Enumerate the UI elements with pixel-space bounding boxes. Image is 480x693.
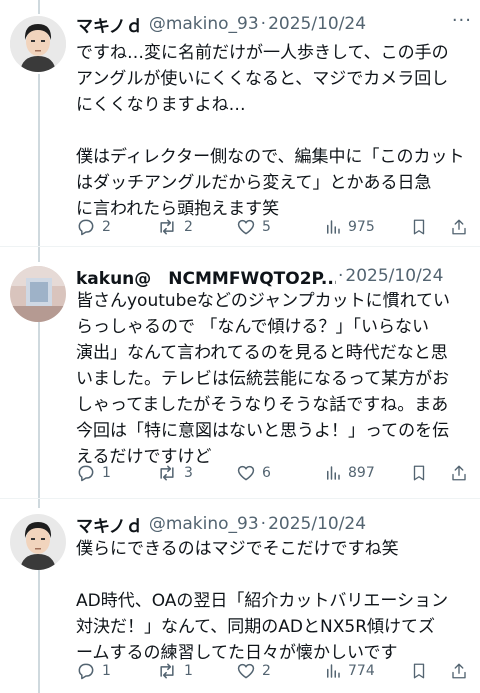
more-options-icon[interactable]: ··· (452, 10, 472, 31)
share-button[interactable] (450, 463, 468, 483)
views-icon (327, 220, 340, 234)
action-bar: 1 1 2 774 (76, 658, 470, 684)
like-button[interactable]: 2 (236, 661, 271, 681)
avatar[interactable] (10, 266, 66, 322)
separator: · (260, 14, 267, 34)
post-date[interactable]: 2025/10/24 (345, 266, 443, 286)
share-icon (452, 219, 466, 235)
avatar[interactable] (10, 16, 66, 72)
repost-button[interactable]: 3 (156, 463, 193, 483)
text-line: ですね…変に名前だけが一人歩きして、この手の (76, 43, 449, 63)
text-line: アングルが使いにくくなると、マジでカメラ回し (76, 69, 449, 89)
text-line (76, 562, 470, 588)
text-line: らっしゃるので 「なんで傾ける？」「いらない (76, 317, 430, 337)
author-name[interactable]: マキノｄ (76, 12, 143, 37)
post-text: ですね…変に名前だけが一人歩きして、この手の アングルが使いにくくなると、マジで… (76, 40, 470, 222)
share-icon (452, 663, 466, 679)
post-text: 僕らにできるのはマジでそこだけですね笑 AD時代、OAの翌日「紹介カットバリエー… (76, 536, 470, 666)
share-button[interactable] (450, 217, 468, 237)
author-name[interactable]: kakun@ NCMMFWQTO2P... (76, 264, 336, 289)
text-line: にくくなりますよね… (76, 95, 246, 115)
author-handle[interactable]: @makino_93 (149, 14, 259, 34)
bookmark-icon (413, 465, 425, 481)
like-icon (237, 465, 255, 481)
post-text: 皆さんyoutubeなどのジャンプカットに慣れてい らっしゃるので 「なんで傾け… (76, 288, 470, 470)
like-button[interactable]: 6 (236, 463, 271, 483)
man-avatar-image (10, 16, 66, 72)
repost-count: 2 (184, 219, 193, 235)
post[interactable]: kakun@ NCMMFWQTO2P... · 2025/10/24 皆さんyo… (0, 262, 480, 502)
repost-button[interactable]: 2 (156, 217, 193, 237)
reply-count: 1 (102, 465, 111, 481)
divider (0, 498, 480, 499)
repost-icon (160, 663, 174, 679)
action-bar: 2 2 5 975 (76, 214, 470, 240)
reply-icon (78, 219, 94, 236)
views-count: 975 (348, 219, 375, 235)
views-button[interactable]: 897 (324, 463, 375, 483)
like-button[interactable]: 5 (236, 217, 271, 237)
post[interactable]: マキノｄ @makino_93 · 2025/10/24 ··· ですね…変に名… (0, 10, 480, 260)
like-count: 6 (262, 465, 271, 481)
post-date[interactable]: 2025/10/24 (268, 14, 366, 34)
repost-icon (160, 465, 174, 481)
text-line: 僕らにできるのはマジでそこだけですね笑 (76, 539, 399, 559)
avatar[interactable] (10, 514, 66, 570)
like-count: 5 (262, 219, 271, 235)
views-button[interactable]: 774 (324, 661, 375, 681)
like-count: 2 (262, 663, 271, 679)
post-date[interactable]: 2025/10/24 (268, 514, 366, 534)
reply-count: 1 (102, 663, 111, 679)
text-line: いました。テレビは伝統芸能になるって某方がお (76, 369, 450, 389)
repost-icon (160, 219, 174, 235)
share-button[interactable] (450, 661, 468, 681)
room-avatar-image (10, 266, 66, 322)
text-line: 対決だ！」なんて、同期のADとNX5R傾けてズ (76, 617, 436, 637)
repost-count: 3 (184, 465, 193, 481)
bookmark-icon (413, 663, 425, 679)
reply-button[interactable]: 1 (76, 661, 111, 681)
action-bar: 1 3 6 897 (76, 460, 470, 486)
share-icon (452, 465, 466, 481)
views-count: 897 (348, 465, 375, 481)
text-line: 今回は「特に意図はないと思うよ！」ってのを伝 (76, 421, 450, 441)
text-line: 演出」なんて言われてるのを見ると時代だなと思 (76, 343, 448, 363)
like-icon (237, 663, 255, 679)
reply-button[interactable]: 1 (76, 463, 111, 483)
post[interactable]: マキノｄ @makino_93 · 2025/10/24 僕らにできるのはマジで… (0, 510, 480, 693)
text-line: AD時代、OAの翌日「紹介カットバリエーション (76, 591, 449, 611)
reply-button[interactable]: 2 (76, 217, 111, 237)
man-avatar-image (10, 514, 66, 570)
separator: · (260, 514, 267, 534)
reply-count: 2 (102, 219, 111, 235)
separator: · (338, 266, 344, 286)
bookmark-button[interactable] (410, 661, 428, 681)
text-line: しゃってましたがそうなりそうな話ですね。まあ (76, 395, 449, 415)
repost-count: 1 (184, 663, 193, 679)
views-count: 774 (348, 663, 375, 679)
text-line: 皆さんyoutubeなどのジャンプカットに慣れてい (76, 291, 451, 311)
author-name[interactable]: マキノｄ (76, 512, 143, 537)
text-line: 僕はディレクター側なので、編集中に「このカット (76, 147, 465, 167)
reply-icon (78, 663, 94, 680)
bookmark-icon (413, 219, 425, 235)
text-line: はダッチアングルだから変えて」とかある日急 (76, 173, 432, 193)
bookmark-button[interactable] (410, 463, 428, 483)
bookmark-button[interactable] (410, 217, 428, 237)
views-button[interactable]: 975 (324, 217, 375, 237)
views-icon (327, 466, 340, 480)
text-line (76, 118, 470, 144)
reply-icon (78, 465, 94, 482)
author-handle[interactable]: @makino_93 (149, 514, 259, 534)
repost-button[interactable]: 1 (156, 661, 193, 681)
divider (0, 246, 480, 247)
like-icon (237, 219, 255, 235)
views-icon (327, 664, 340, 678)
